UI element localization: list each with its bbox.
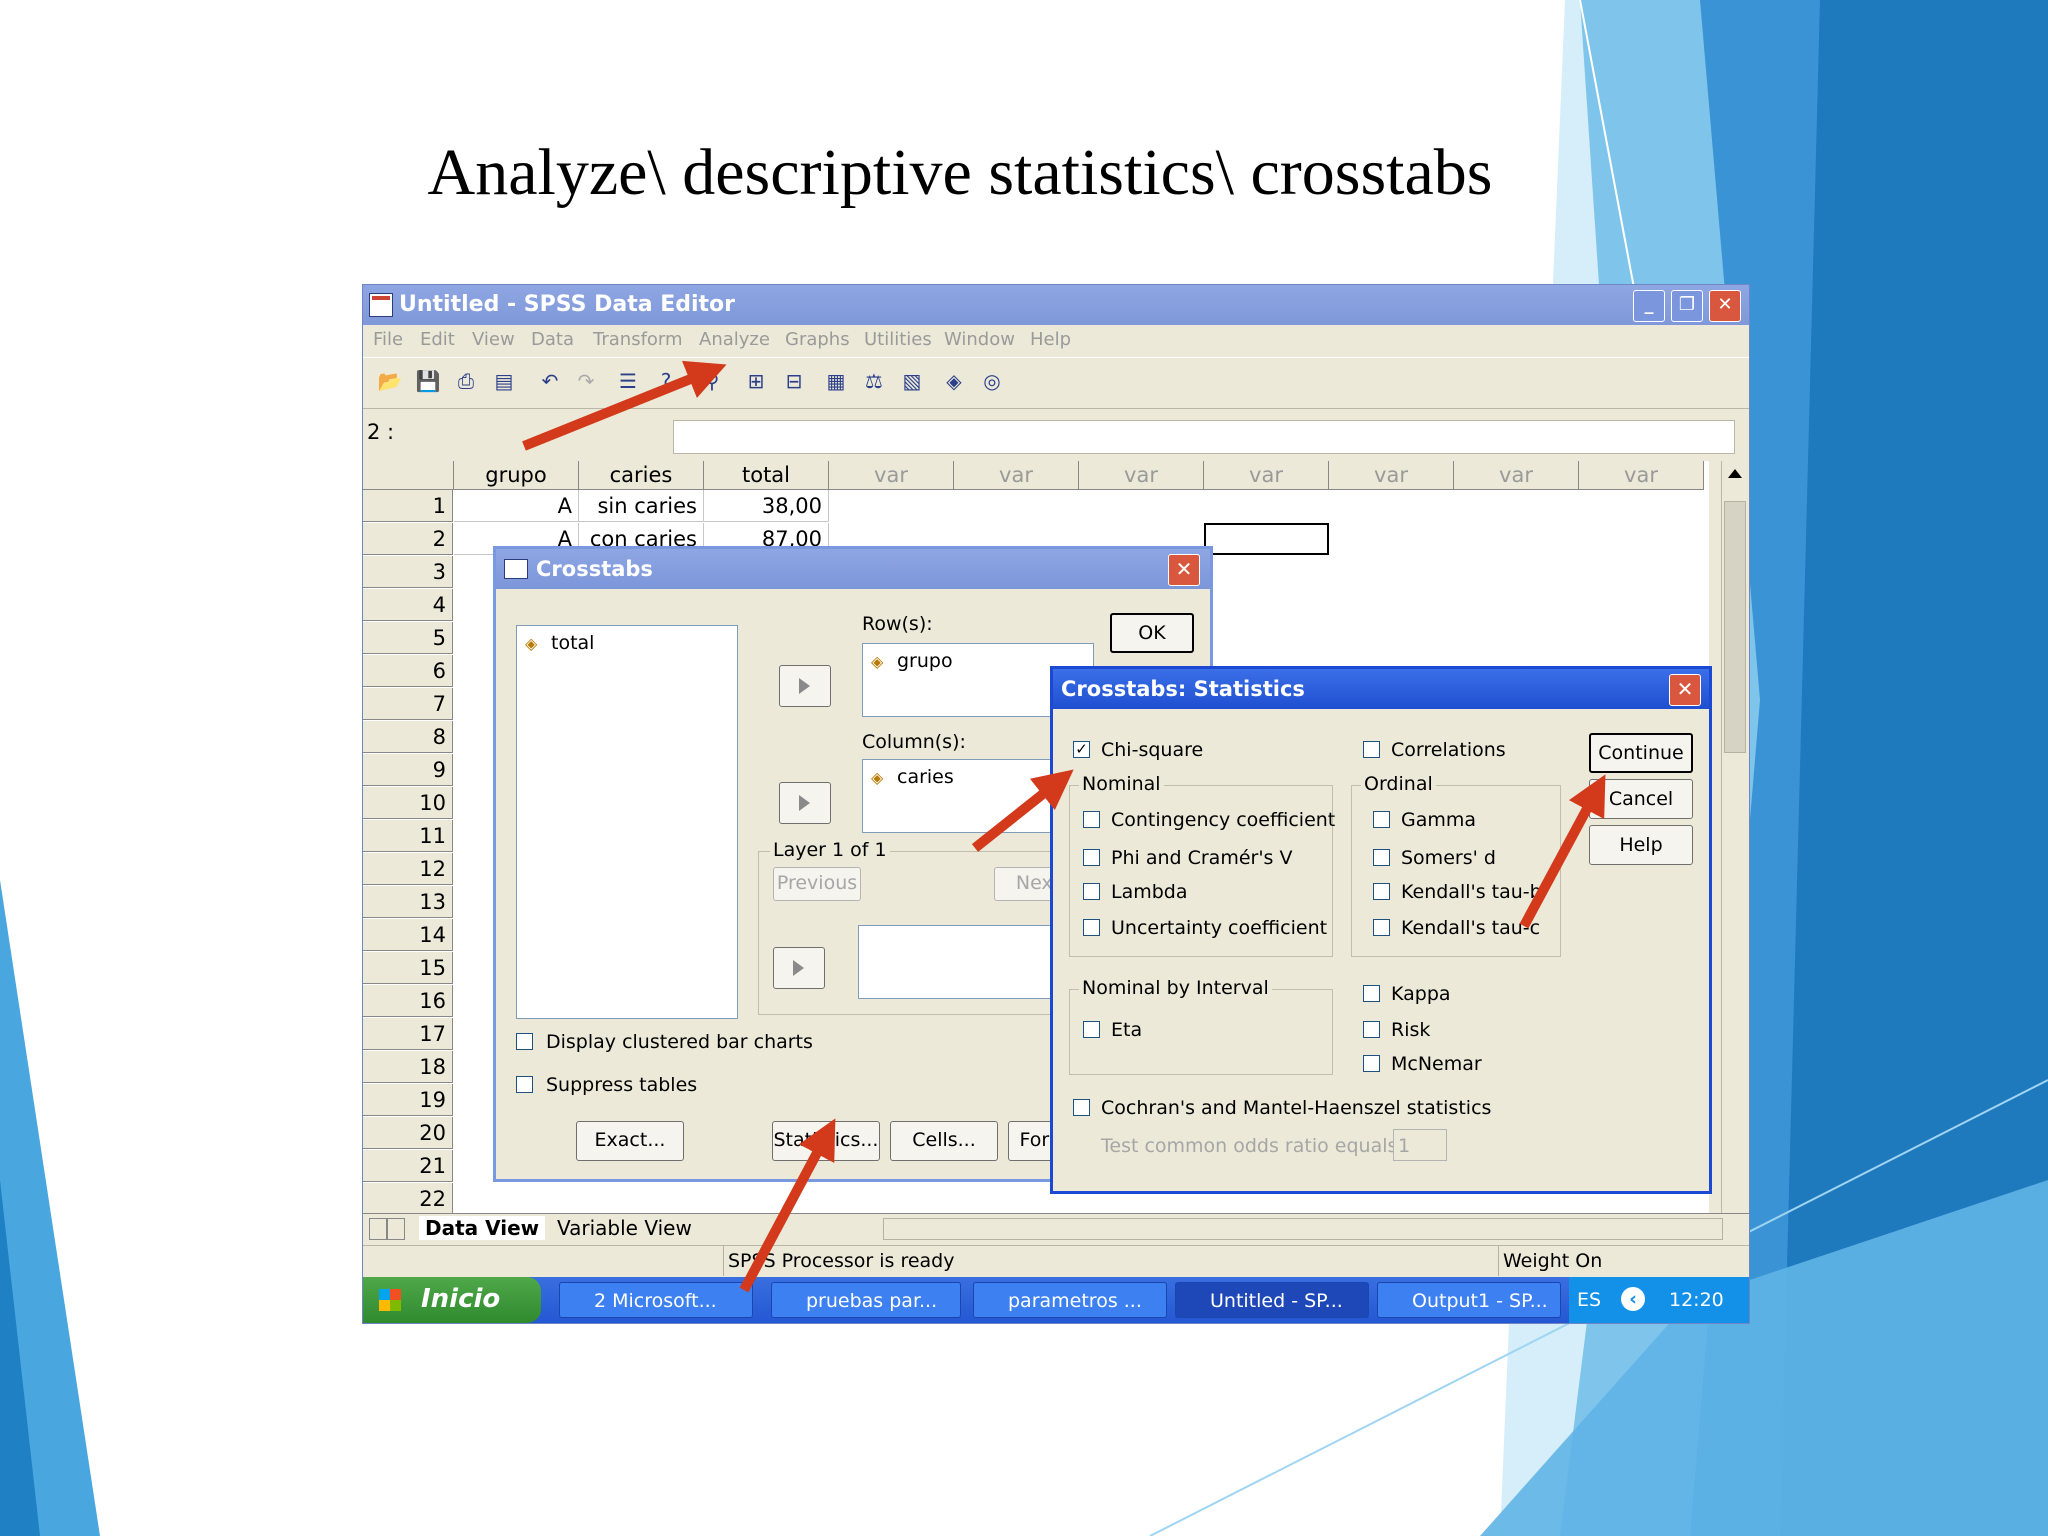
arrow-to-statistics-button: [739, 1118, 836, 1293]
annotation-arrows: [522, 360, 1606, 1293]
arrow-to-continue: [1519, 774, 1606, 929]
arrow-to-chi-square: [971, 769, 1074, 852]
arrow-to-analyze-menu: [522, 360, 727, 451]
